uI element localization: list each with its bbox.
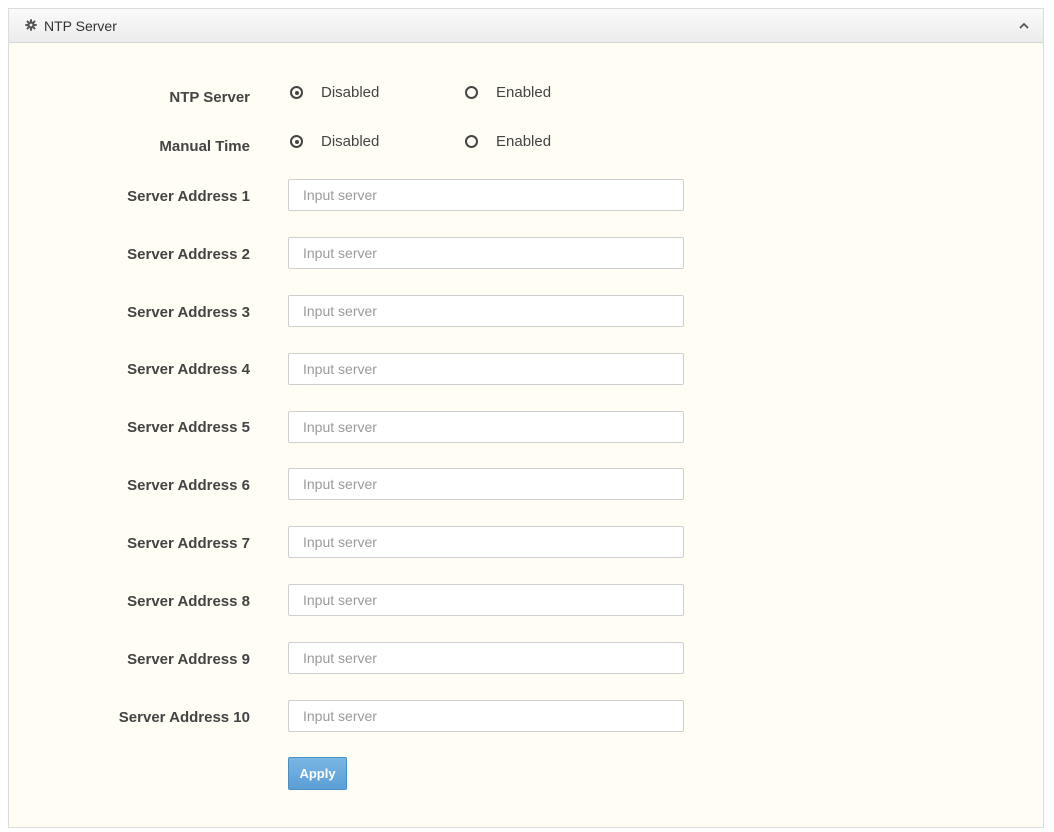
server-address-9-input[interactable] — [288, 642, 684, 674]
server-address-5-label: Server Address 5 — [127, 419, 250, 436]
radio-checked-icon — [290, 135, 303, 148]
server-address-10-label: Server Address 10 — [118, 709, 250, 726]
server-address-8-label: Server Address 8 — [127, 593, 250, 610]
server-address-6-input[interactable] — [288, 468, 684, 500]
ntp-server-panel: NTP Server NTP Server Disabled Enabled M… — [8, 8, 1044, 828]
server-address-4-label: Server Address 4 — [127, 361, 250, 378]
radio-label: Disabled — [321, 133, 380, 150]
radio-unchecked-icon — [465, 135, 478, 148]
panel-title: NTP Server — [44, 18, 117, 34]
server-address-1-label: Server Address 1 — [127, 188, 250, 205]
apply-button[interactable]: Apply — [288, 757, 347, 790]
ntp-server-disabled-radio[interactable]: Disabled — [290, 84, 379, 101]
server-address-7-input[interactable] — [288, 526, 684, 558]
manual-time-enabled-radio[interactable]: Enabled — [465, 133, 551, 150]
manual-time-label: Manual Time — [159, 138, 250, 155]
server-address-5-input[interactable] — [288, 411, 684, 443]
gear-icon — [25, 19, 37, 31]
server-address-8-input[interactable] — [288, 584, 684, 616]
server-address-3-input[interactable] — [288, 295, 684, 327]
radio-unchecked-icon — [465, 86, 478, 99]
radio-checked-icon — [290, 86, 303, 99]
server-address-2-label: Server Address 2 — [127, 246, 250, 263]
server-address-2-input[interactable] — [288, 237, 684, 269]
radio-label: Enabled — [496, 133, 552, 150]
ntp-server-enabled-radio[interactable]: Enabled — [465, 84, 551, 101]
ntp-server-label: NTP Server — [169, 89, 250, 106]
manual-time-disabled-radio[interactable]: Disabled — [290, 133, 379, 150]
chevron-up-icon[interactable] — [1017, 19, 1031, 33]
server-address-3-label: Server Address 3 — [127, 304, 250, 321]
radio-label: Disabled — [321, 84, 380, 101]
server-address-4-input[interactable] — [288, 353, 684, 385]
panel-header[interactable]: NTP Server — [9, 9, 1043, 43]
server-address-1-input[interactable] — [288, 179, 684, 211]
server-address-9-label: Server Address 9 — [127, 651, 250, 668]
server-address-7-label: Server Address 7 — [127, 535, 250, 552]
server-address-10-input[interactable] — [288, 700, 684, 732]
radio-label: Enabled — [496, 84, 552, 101]
server-address-6-label: Server Address 6 — [127, 477, 250, 494]
